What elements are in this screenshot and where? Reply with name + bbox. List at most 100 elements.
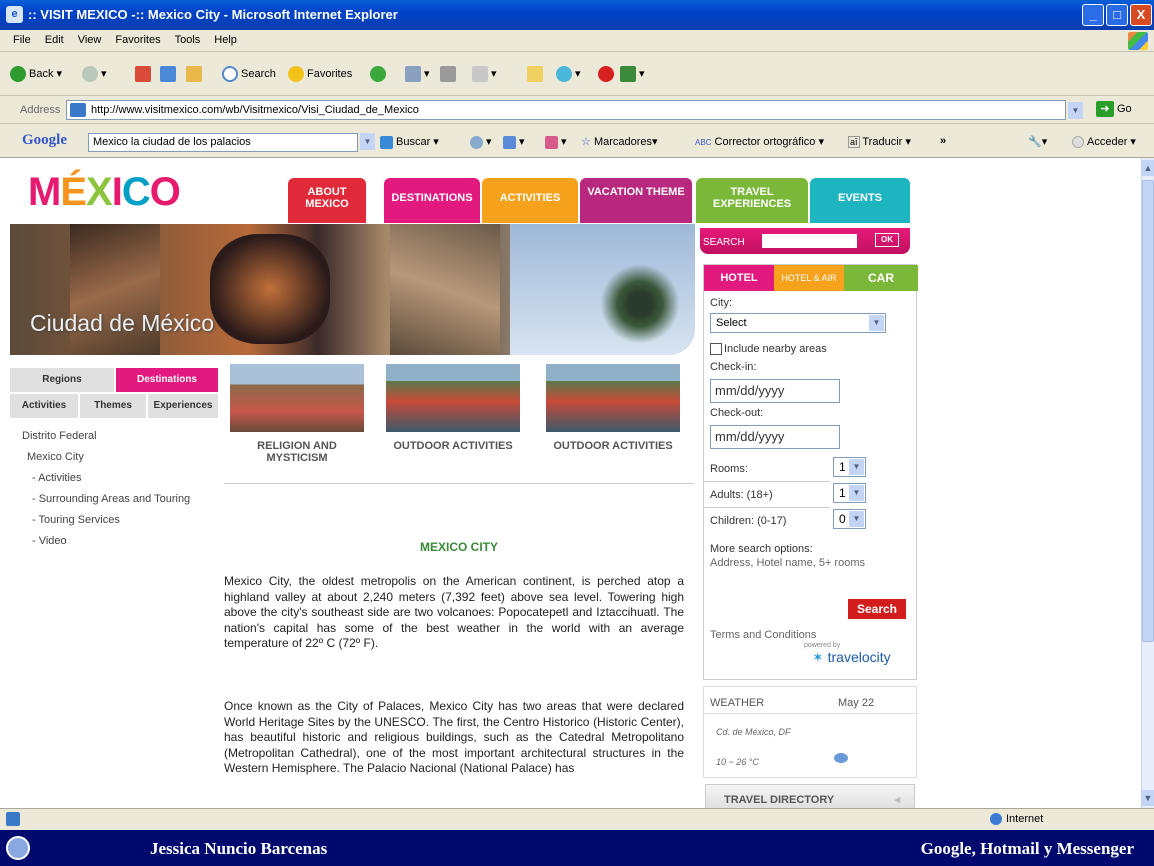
hotel-search-button[interactable]: Search <box>848 599 906 619</box>
google-query-dropdown[interactable]: ▼ <box>360 133 375 150</box>
edit-button[interactable]: ▾ <box>472 65 497 83</box>
subnav-destinations[interactable]: Destinations <box>116 368 218 392</box>
rooms-select[interactable]: 1 ▼ <box>833 457 866 477</box>
forward-button[interactable]: ▾ <box>82 65 107 83</box>
thumb-religion[interactable] <box>230 364 364 432</box>
thumb-caption[interactable]: OUTDOOR ACTIVITIES <box>540 440 686 452</box>
search-button[interactable]: Search <box>222 65 276 83</box>
adults-select[interactable]: 1 ▼ <box>833 483 866 503</box>
menu-favorites[interactable]: Favorites <box>108 30 167 46</box>
nav-about-mexico[interactable]: ABOUT MEXICO <box>288 178 366 223</box>
home-button[interactable] <box>186 65 205 83</box>
close-button[interactable]: X <box>1130 4 1152 26</box>
messenger-icon <box>556 66 572 83</box>
translate-button[interactable]: aī Traducir ▾ <box>848 135 911 148</box>
travel-directory-header[interactable]: TRAVEL DIRECTORY ◂ <box>705 784 915 808</box>
nav-travel-experiences[interactable]: TRAVEL EXPERIENCES <box>696 178 808 223</box>
thumb-caption[interactable]: RELIGION AND MYSTICISM <box>230 440 364 464</box>
more-chevron-button[interactable]: » <box>940 135 946 147</box>
menu-tools[interactable]: Tools <box>168 30 208 46</box>
address-input[interactable]: http://www.visitmexico.com/wb/Visitmexic… <box>66 100 1066 120</box>
history-button[interactable] <box>370 65 389 83</box>
travelocity-logo[interactable]: ✶ travelocity <box>812 649 891 666</box>
link-video[interactable]: - Video <box>22 535 190 556</box>
discuss-button[interactable] <box>527 65 546 83</box>
menu-edit[interactable]: Edit <box>38 30 71 46</box>
google-news-button[interactable]: ▾ <box>470 135 492 149</box>
spellcheck-button[interactable]: ABC Corrector ortográfico ▾ <box>695 135 824 148</box>
nav-destinations[interactable]: DESTINATIONS <box>384 178 480 223</box>
terms-link[interactable]: Terms and Conditions <box>710 629 816 641</box>
acrobat-button[interactable] <box>598 65 617 83</box>
scroll-up-button[interactable]: ▲ <box>1142 160 1154 176</box>
minimize-button[interactable]: _ <box>1082 4 1104 26</box>
link-surrounding-areas[interactable]: - Surrounding Areas and Touring <box>22 493 190 514</box>
menu-file[interactable]: File <box>6 30 38 46</box>
back-button[interactable]: Back ▾ <box>10 65 62 83</box>
tab-car[interactable]: CAR <box>844 265 918 291</box>
acceder-button[interactable]: Acceder ▾ <box>1072 135 1136 149</box>
address-dropdown-button[interactable]: ▼ <box>1068 102 1083 119</box>
google-plus-button[interactable]: ▾ <box>503 135 525 149</box>
window-title-bar[interactable]: e :: VISIT MEXICO -:: Mexico City - Micr… <box>0 0 1154 30</box>
children-label: Children: (0-17) <box>710 515 787 527</box>
checkin-input[interactable]: mm/dd/yyyy <box>710 379 840 403</box>
mail-button[interactable]: ▾ <box>405 65 430 83</box>
buscar-button[interactable]: Buscar ▾ <box>380 135 439 149</box>
refresh-button[interactable] <box>160 65 179 83</box>
go-arrow-icon: ➜ <box>1096 101 1114 117</box>
stop-icon <box>135 66 151 83</box>
nav-vacation-theme[interactable]: VACATION THEME <box>580 178 692 223</box>
banner-left-text: Jessica Nuncio Barcenas <box>150 839 328 858</box>
marcadores-button[interactable]: ☆ Marcadores▾ <box>581 135 658 148</box>
scroll-down-button[interactable]: ▼ <box>1142 790 1154 806</box>
go-button[interactable]: ➜ Go <box>1096 101 1132 117</box>
checkout-input[interactable]: mm/dd/yyyy <box>710 425 840 449</box>
link-mexico-city[interactable]: Mexico City <box>22 451 190 472</box>
scroll-thumb[interactable] <box>1142 180 1154 642</box>
favorites-button[interactable]: Favorites <box>288 65 352 83</box>
window-title: :: VISIT MEXICO -:: Mexico City - Micros… <box>28 7 398 22</box>
nearby-areas[interactable]: Include nearby areas <box>710 343 827 356</box>
spellcheck-icon: ABC <box>695 138 712 147</box>
search-input[interactable] <box>762 234 857 248</box>
thumb-outdoor-1[interactable] <box>386 364 520 432</box>
subnav-regions[interactable]: Regions <box>10 368 114 392</box>
print-button[interactable] <box>440 65 459 83</box>
word-icon <box>472 66 488 83</box>
google-logo[interactable]: Google <box>22 132 67 149</box>
children-select[interactable]: 0 ▼ <box>833 509 866 529</box>
chevron-left-icon: ◂ <box>894 794 900 806</box>
link-touring-services[interactable]: - Touring Services <box>22 514 190 535</box>
maximize-button[interactable]: □ <box>1106 4 1128 26</box>
nav-activities[interactable]: ACTIVITIES <box>482 178 578 223</box>
menu-view[interactable]: View <box>71 30 109 46</box>
acrobat-sign-button[interactable]: ▾ <box>620 65 645 83</box>
checkin-label: Check-in: <box>710 361 757 373</box>
messenger-button[interactable]: ▾ <box>556 65 581 83</box>
subnav-activities[interactable]: Activities <box>10 394 78 418</box>
city-select[interactable]: Select ▼ <box>710 313 886 333</box>
article-paragraph: Once known as the City of Palaces, Mexic… <box>224 699 684 775</box>
menu-help[interactable]: Help <box>207 30 244 46</box>
stop-button[interactable] <box>135 65 154 83</box>
google-search-input[interactable]: Mexico la ciudad de los palacios <box>88 133 358 152</box>
page-scrollbar[interactable]: ▲ ▼ <box>1141 158 1154 808</box>
menu-bar: File Edit View Favorites Tools Help <box>0 30 1154 52</box>
tab-hotel[interactable]: HOTEL <box>704 265 774 291</box>
tab-hotel-air[interactable]: HOTEL & AIR <box>774 265 844 291</box>
popup-blocker-button[interactable]: ▾ <box>545 135 567 149</box>
settings-wrench-button[interactable]: 🔧▾ <box>1028 135 1047 148</box>
search-ok-button[interactable]: OK <box>875 233 899 247</box>
nav-events[interactable]: EVENTS <box>810 178 910 223</box>
nearby-checkbox[interactable] <box>710 343 722 356</box>
left-links: Distrito Federal Mexico City - Activitie… <box>22 430 190 556</box>
link-distrito-federal[interactable]: Distrito Federal <box>22 430 190 451</box>
mexico-logo[interactable]: MÉXICO <box>28 170 181 215</box>
more-options-link[interactable]: Address, Hotel name, 5+ rooms <box>710 557 865 569</box>
subnav-experiences[interactable]: Experiences <box>148 394 218 418</box>
subnav-themes[interactable]: Themes <box>80 394 146 418</box>
link-activities[interactable]: - Activities <box>22 472 190 493</box>
thumb-caption[interactable]: OUTDOOR ACTIVITIES <box>380 440 526 452</box>
thumb-outdoor-2[interactable] <box>546 364 680 432</box>
